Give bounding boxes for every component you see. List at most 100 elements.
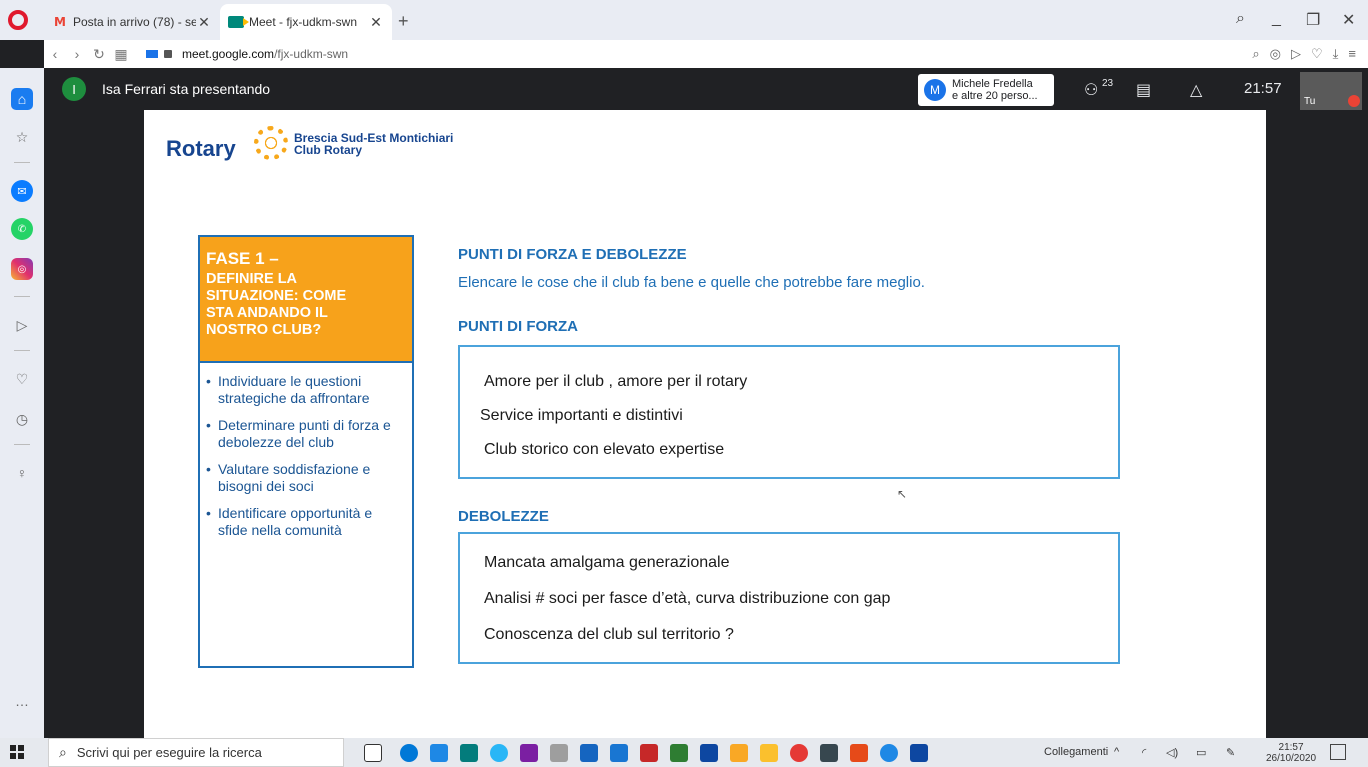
instagram-icon[interactable]: ◎ — [11, 258, 33, 280]
list-item: Determinare punti di forza edebolezze de… — [206, 417, 406, 451]
forward-icon[interactable]: › — [66, 46, 88, 62]
presenter-avatar: I — [62, 77, 86, 101]
windows-start-icon[interactable] — [10, 745, 24, 759]
notification-icon[interactable] — [1330, 744, 1346, 760]
taskbar-search-input[interactable]: ⌕ Scrivi qui per eseguire la ricerca — [48, 738, 344, 767]
tab-gmail[interactable]: M Posta in arrivo (78) - segret ✕ — [44, 4, 220, 40]
people-icon[interactable]: ⚇ — [1084, 80, 1098, 100]
opera-menu-icon[interactable] — [8, 10, 28, 30]
gmail-icon: M — [54, 15, 66, 29]
messenger-icon[interactable]: ✉ — [11, 180, 33, 202]
taskbar-clock[interactable]: 21:57 26/10/2020 — [1266, 742, 1316, 764]
rotary-logo-text: Rotary — [166, 136, 236, 161]
address-bar: ‹ › ↻ ▦ meet.google.com/fjx-udkm-swn ⌕ ◎… — [44, 40, 1368, 68]
strength-item: Club storico con elevato expertise — [484, 441, 725, 458]
phase-title: FASE 1 – — [206, 249, 279, 268]
explorer-icon[interactable] — [730, 744, 748, 762]
tool-icon[interactable] — [550, 744, 568, 762]
list-item: Individuare le questionistrategiche da a… — [206, 373, 406, 407]
tabs-grid-icon[interactable]: ▦ — [110, 46, 132, 63]
presentation-stage: Rotary Brescia Sud-Est Montichiari Club … — [44, 110, 1368, 738]
restore-icon[interactable]: ❐ — [1306, 10, 1320, 30]
battery-icon[interactable]: ▭ — [1196, 746, 1206, 759]
list-item: Identificare opportunità esfide nella co… — [206, 505, 406, 539]
home-icon[interactable]: ⌂ — [11, 88, 33, 110]
participants-preview[interactable]: M Michele Fredella e altre 20 perso... — [918, 74, 1054, 106]
office-icon[interactable] — [850, 744, 868, 762]
sticky-icon[interactable] — [760, 744, 778, 762]
back-icon[interactable]: ‹ — [44, 46, 66, 62]
more-icon[interactable]: … — [11, 690, 33, 712]
heart-icon[interactable]: ♡ — [1311, 46, 1323, 62]
meet-icon — [228, 15, 249, 29]
participant-count: 23 — [1102, 78, 1114, 89]
volume-icon[interactable]: ◁) — [1166, 746, 1178, 759]
favorites-icon[interactable]: ♡ — [11, 368, 33, 390]
strength-item: Amore per il club , amore per il rotary — [484, 373, 748, 390]
onenote-icon[interactable] — [520, 744, 538, 762]
paint-icon[interactable] — [490, 744, 508, 762]
links-toolbar[interactable]: Collegamenti — [1044, 746, 1108, 758]
download-icon[interactable]: ⤓ — [1333, 46, 1339, 62]
self-video-tile[interactable]: Tu — [1300, 72, 1362, 110]
opera-sidebar: ⌂ ☆ ✉ ✆ ◎ ▷ ♡ ◷ ♀ … — [0, 68, 44, 738]
screen: M Posta in arrivo (78) - segret ✕ Meet -… — [0, 0, 1368, 767]
zoom-icon[interactable] — [880, 744, 898, 762]
browser-tab-bar: M Posta in arrivo (78) - segret ✕ Meet -… — [0, 0, 1368, 40]
presenting-label: Isa Ferrari sta presentando — [102, 81, 271, 97]
app-icon[interactable] — [820, 744, 838, 762]
tips-icon[interactable]: ♀ — [11, 462, 33, 484]
camera-in-use-icon[interactable] — [146, 50, 158, 58]
activities-icon[interactable]: △ — [1190, 80, 1202, 100]
wifi-icon[interactable]: ◜ — [1142, 746, 1146, 759]
access-icon[interactable] — [640, 744, 658, 762]
phase-subtitle: DEFINIRE LA SITUAZIONE: COME STA ANDANDO… — [206, 271, 347, 338]
edge-icon[interactable] — [400, 744, 418, 762]
tab-close-icon[interactable]: ✕ — [196, 14, 212, 31]
close-window-icon[interactable]: ✕ — [1342, 10, 1355, 30]
sway-icon[interactable] — [460, 744, 478, 762]
phase-header: FASE 1 – DEFINIRE LA SITUAZIONE: COME ST… — [200, 237, 412, 363]
search-icon[interactable]: ⌕ — [1252, 46, 1259, 62]
address-bar-actions: ⌕ ◎ ▷ ♡ ⤓ ≡ — [1252, 46, 1356, 62]
rotary-wheel-icon — [254, 126, 288, 160]
mic-off-icon — [1348, 95, 1360, 107]
new-tab-icon[interactable]: + — [398, 11, 409, 32]
star-icon[interactable]: ☆ — [11, 126, 33, 148]
outlook-icon[interactable] — [910, 744, 928, 762]
mouse-cursor-icon: ↖ — [897, 487, 908, 501]
store-icon[interactable] — [430, 744, 448, 762]
word-icon[interactable] — [610, 744, 628, 762]
minimize-icon[interactable]: _ — [1272, 10, 1281, 28]
url-field[interactable]: meet.google.com/fjx-udkm-swn — [182, 47, 348, 61]
app-icon[interactable] — [580, 744, 598, 762]
strengths-title: PUNTI DI FORZA — [458, 318, 578, 335]
reload-icon[interactable]: ↻ — [88, 46, 110, 63]
tab-meet[interactable]: Meet - fjx-udkm-swn ✕ — [220, 4, 392, 40]
snapshot-icon[interactable]: ◎ — [1270, 46, 1281, 62]
opera-taskbar-icon[interactable] — [790, 744, 808, 762]
chat-icon[interactable]: ▤ — [1136, 80, 1151, 100]
strengths-box: Amore per il club , amore per il rotary … — [458, 345, 1120, 479]
main-title: PUNTI DI FORZA E DEBOLEZZE — [458, 246, 687, 263]
lock-icon[interactable] — [164, 50, 172, 58]
easy-setup-icon[interactable]: ≡ — [1348, 46, 1356, 62]
history-icon[interactable]: ◷ — [11, 408, 33, 430]
excel-icon[interactable] — [670, 744, 688, 762]
player-icon[interactable]: ▷ — [11, 314, 33, 336]
phase-bullets: Individuare le questionistrategiche da a… — [206, 373, 406, 549]
meeting-clock: 21:57 — [1244, 80, 1282, 97]
outlook-icon[interactable] — [700, 744, 718, 762]
main-intro: Elencare le cose che il club fa bene e q… — [458, 274, 925, 291]
phase-panel: FASE 1 – DEFINIRE LA SITUAZIONE: COME ST… — [198, 235, 414, 668]
search-tabs-icon[interactable]: ⌕ — [1236, 10, 1245, 28]
send-icon[interactable]: ▷ — [1291, 46, 1301, 62]
participant-avatar: M — [924, 79, 946, 101]
whatsapp-icon[interactable]: ✆ — [11, 218, 33, 240]
pen-icon[interactable]: ✎ — [1226, 746, 1235, 759]
chevron-up-icon[interactable]: ^ — [1114, 746, 1119, 758]
club-name: Brescia Sud-Est Montichiari Club Rotary — [294, 131, 454, 157]
tab-close-icon[interactable]: ✕ — [368, 14, 384, 31]
weakness-item: Analisi # soci per fasce d’età, curva di… — [484, 590, 891, 607]
task-view-icon[interactable] — [364, 744, 382, 762]
